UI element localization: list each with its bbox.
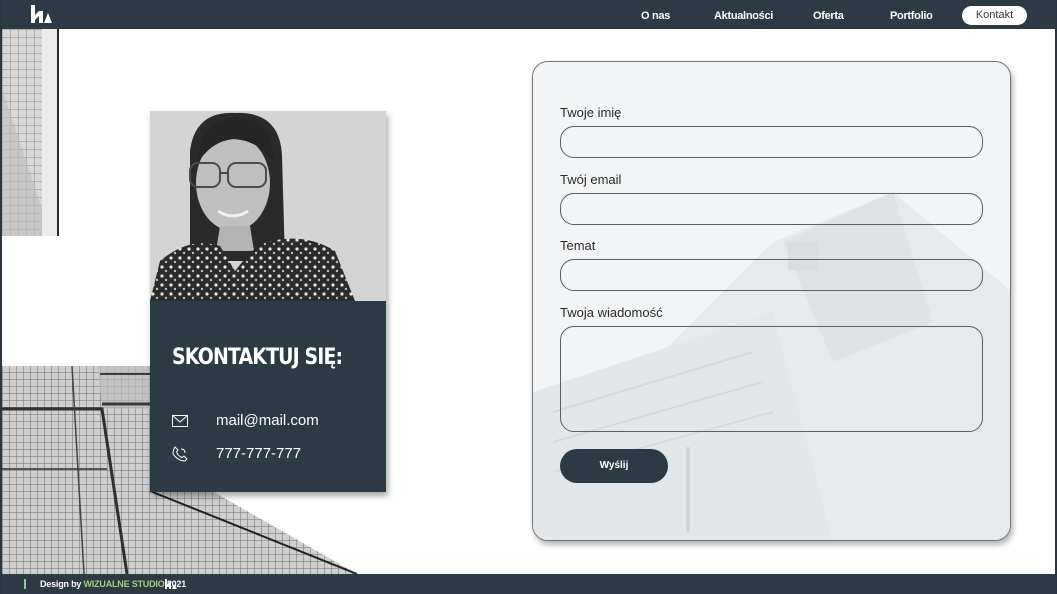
footer-prefix: Design by	[40, 579, 84, 589]
subject-input[interactable]	[560, 259, 983, 291]
email-input[interactable]	[560, 193, 983, 225]
phone-icon	[172, 446, 188, 462]
logo-icon[interactable]	[28, 3, 54, 25]
contact-heading: SKONTAKTUJ SIĘ:	[172, 345, 343, 370]
contact-email-row: mail@mail.com	[172, 411, 372, 431]
contact-phone-row: 777-777-777	[172, 444, 372, 464]
contact-card: SKONTAKTUJ SIĘ: mail@mail.com 777-777-77…	[150, 111, 386, 492]
profile-photo	[150, 111, 386, 301]
message-label: Twoja wiadomość	[560, 305, 663, 320]
submit-button[interactable]: Wyślij	[560, 449, 668, 483]
nav-item-aktualnosci[interactable]: Aktualności	[714, 0, 773, 29]
footer-studio-link[interactable]: WIZUALNE STUDIO	[84, 579, 165, 589]
footer-accent-bar	[24, 579, 26, 589]
contact-form: Twoje imię Twój email Temat Twoja wiadom…	[532, 61, 1011, 541]
message-textarea[interactable]	[560, 326, 983, 432]
footer-logo-icon	[165, 579, 177, 589]
subject-label: Temat	[560, 238, 596, 253]
envelope-icon	[172, 415, 188, 427]
top-navigation: O nas Aktualności Oferta Portfolio Konta…	[2, 0, 1055, 29]
name-input[interactable]	[560, 126, 983, 158]
nav-item-oferta[interactable]: Oferta	[813, 0, 844, 29]
email-label: Twój email	[560, 172, 622, 187]
contact-phone[interactable]: 777-777-777	[216, 444, 301, 464]
footer: Design by WIZUALNE STUDIO 2021	[2, 574, 1055, 594]
contact-email[interactable]: mail@mail.com	[216, 411, 319, 431]
name-label: Twoje imię	[560, 105, 622, 120]
nav-item-kontakt[interactable]: Kontakt	[962, 6, 1027, 25]
page: O nas Aktualności Oferta Portfolio Konta…	[0, 0, 1057, 594]
contact-card-body: SKONTAKTUJ SIĘ: mail@mail.com 777-777-77…	[150, 301, 386, 492]
nav-item-o-nas[interactable]: O nas	[641, 0, 670, 29]
nav-item-portfolio[interactable]: Portfolio	[890, 0, 933, 29]
